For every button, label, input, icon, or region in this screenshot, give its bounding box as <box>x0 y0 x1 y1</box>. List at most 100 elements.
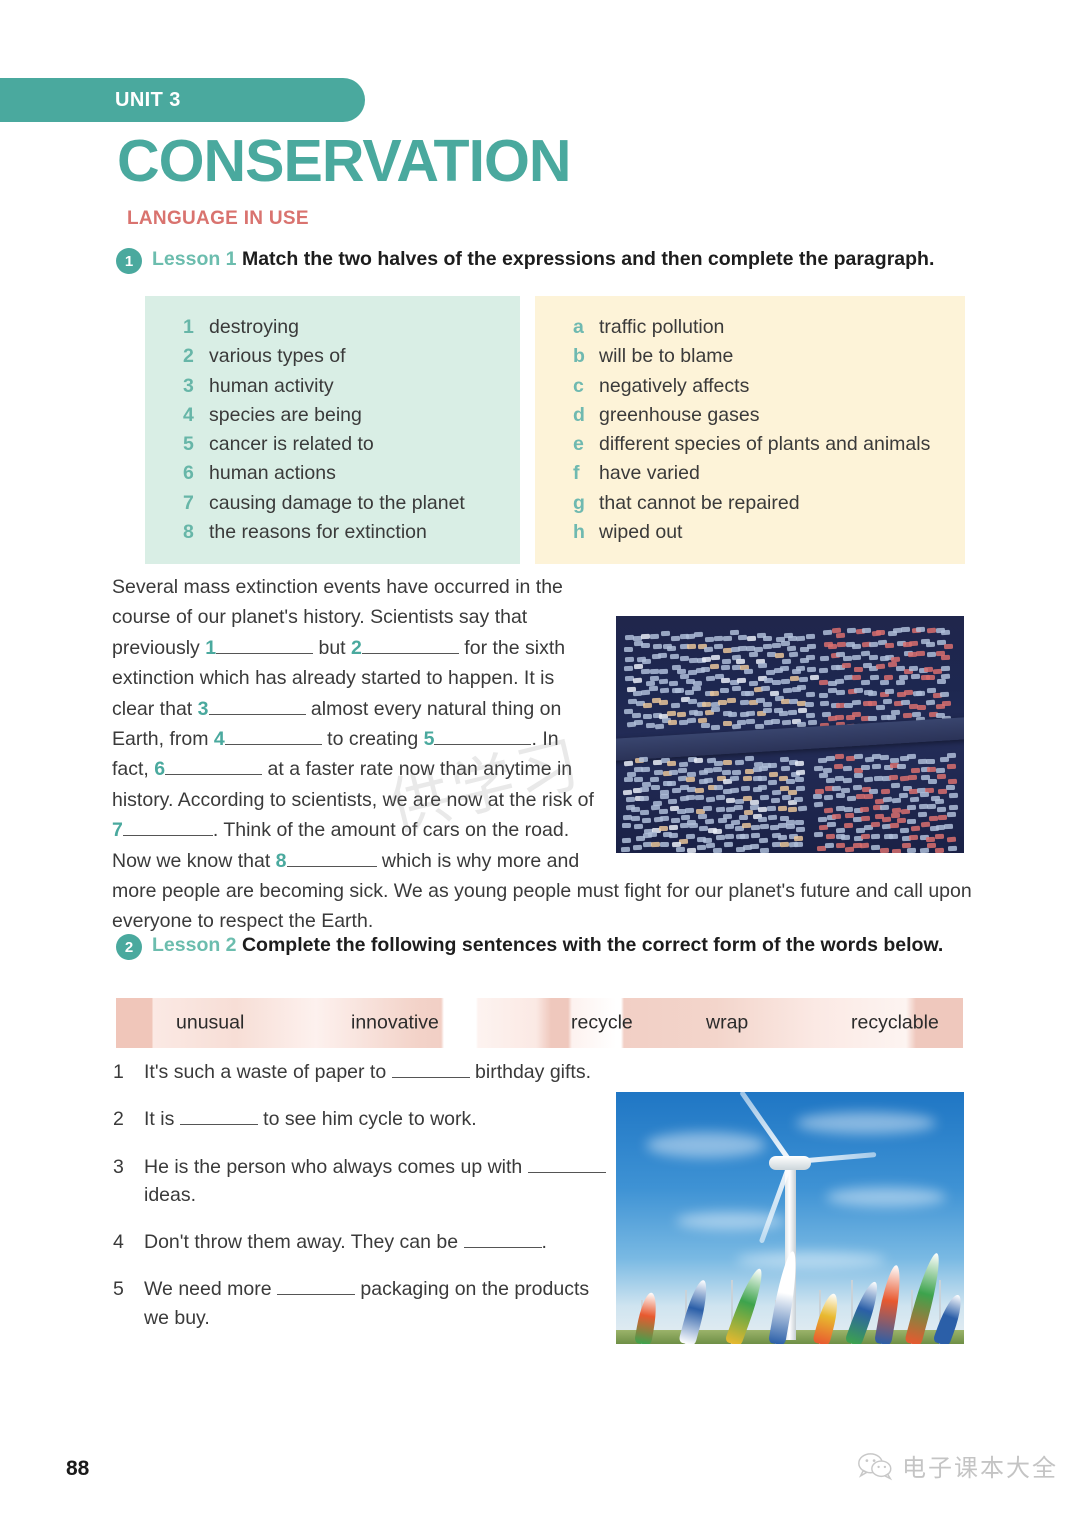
match-item-key: b <box>573 342 599 371</box>
match-item-text: different species of plants and animals <box>599 430 930 459</box>
match-item[interactable]: 6 human actions <box>145 459 520 488</box>
wind-turbine-photo <box>616 1092 964 1344</box>
sentence-prefix: It's such a waste of paper to <box>144 1061 392 1083</box>
exercise-2-instruction: Complete the following sentences with th… <box>242 934 943 956</box>
match-item-key: 6 <box>183 459 209 488</box>
match-item-key: d <box>573 401 599 430</box>
exercise-1-instruction-wrap: Lesson 1 Match the two halves of the exp… <box>152 246 934 272</box>
blank-input-1[interactable] <box>216 653 313 654</box>
match-item-text: wiped out <box>599 518 682 547</box>
match-item-key: 3 <box>183 372 209 401</box>
wechat-bubble-icon <box>857 1451 893 1481</box>
sentence-suffix: ideas. <box>144 1184 196 1206</box>
exercise-2-sentence-list: 1 It's such a waste of paper to birthday … <box>113 1058 613 1351</box>
match-item-text: destroying <box>209 313 299 342</box>
blank-number-7: 7 <box>112 819 123 841</box>
sentence-prefix: We need more <box>144 1278 277 1300</box>
sentence-blank[interactable] <box>464 1247 542 1248</box>
match-item-key: 4 <box>183 401 209 430</box>
page-number: 88 <box>66 1457 89 1481</box>
watermark-text: 电子课本大全 <box>902 1448 1058 1483</box>
exercise-1-lesson-label: Lesson 1 <box>152 248 237 270</box>
sentence-item: 3 He is the person who always comes up wi… <box>113 1153 613 1210</box>
blank-input-8[interactable] <box>287 866 377 867</box>
match-item[interactable]: a traffic pollution <box>535 313 965 342</box>
match-item[interactable]: f have varied <box>535 459 965 488</box>
unit-banner: UNIT 3 <box>0 78 365 122</box>
blank-number-1: 1 <box>205 637 216 659</box>
match-item-key: 2 <box>183 342 209 371</box>
exercise-2-instruction-wrap: Lesson 2 Complete the following sentence… <box>152 932 943 958</box>
word-bank-item[interactable]: recyclable <box>851 1012 939 1035</box>
match-item-text: that cannot be repaired <box>599 489 800 518</box>
match-item-text: the reasons for extinction <box>209 518 427 547</box>
blank-number-6: 6 <box>154 758 165 780</box>
exercise-1-number: 1 <box>116 248 142 274</box>
sentence-text: We need more packaging on the products w… <box>144 1275 613 1332</box>
word-bank-item[interactable]: wrap <box>706 1012 748 1035</box>
match-item-key: 8 <box>183 518 209 547</box>
sentence-text: He is the person who always comes up wit… <box>144 1153 613 1210</box>
match-item-key: 5 <box>183 430 209 459</box>
match-item[interactable]: 3 human activity <box>145 372 520 401</box>
blank-number-3: 3 <box>198 698 209 720</box>
sentence-prefix: Don't throw them away. They can be <box>144 1231 464 1253</box>
sentence-suffix: to see him cycle to work. <box>258 1108 477 1130</box>
match-item[interactable]: 5 cancer is related to <box>145 430 520 459</box>
blank-number-8: 8 <box>276 850 287 872</box>
sentence-blank[interactable] <box>277 1294 355 1295</box>
match-item-text: cancer is related to <box>209 430 374 459</box>
match-item[interactable]: c negatively affects <box>535 372 965 401</box>
sentence-number: 1 <box>113 1058 127 1086</box>
para-seg-1: but <box>313 637 351 659</box>
match-columns: 1 destroying 2 various types of 3 human activ… <box>145 296 965 564</box>
exercise-1-instruction: Match the two halves of the expressions … <box>242 248 934 270</box>
blank-number-2: 2 <box>351 637 362 659</box>
blank-number-5: 5 <box>424 728 435 750</box>
exercise-2-heading: 2 Lesson 2 Complete the following senten… <box>116 932 946 960</box>
blank-number-4: 4 <box>214 728 225 750</box>
match-left-box: 1 destroying 2 various types of 3 human activ… <box>145 296 520 564</box>
match-item[interactable]: 8 the reasons for extinction <box>145 518 520 547</box>
match-item-key: h <box>573 518 599 547</box>
blank-input-3[interactable] <box>209 714 306 715</box>
match-item-text: traffic pollution <box>599 313 724 342</box>
match-item[interactable]: g that cannot be repaired <box>535 489 965 518</box>
sentence-blank[interactable] <box>180 1124 258 1125</box>
match-item-text: negatively affects <box>599 372 749 401</box>
sentence-item: 5 We need more packaging on the products … <box>113 1275 613 1332</box>
sentence-blank[interactable] <box>392 1077 470 1078</box>
blank-input-7[interactable] <box>123 835 213 836</box>
match-item[interactable]: 4 species are being <box>145 401 520 430</box>
word-bank-item[interactable]: unusual <box>176 1012 244 1035</box>
blank-input-6[interactable] <box>165 774 262 775</box>
sentence-suffix: . <box>542 1231 547 1253</box>
match-item-text: human actions <box>209 459 336 488</box>
match-item[interactable]: 1 destroying <box>145 313 520 342</box>
match-item-key: 7 <box>183 489 209 518</box>
word-bank-item[interactable]: innovative <box>351 1012 439 1035</box>
blank-input-2[interactable] <box>362 653 459 654</box>
match-item[interactable]: d greenhouse gases <box>535 401 965 430</box>
match-item[interactable]: e different species of plants and animals <box>535 430 965 459</box>
match-item[interactable]: b will be to blame <box>535 342 965 371</box>
match-right-box: a traffic pollution b will be to blame c nega… <box>535 296 965 564</box>
match-item-text: species are being <box>209 401 362 430</box>
blank-input-4[interactable] <box>225 744 322 745</box>
footer-watermark: 电子课本大全 <box>857 1448 1058 1483</box>
sentence-suffix: birthday gifts. <box>470 1061 591 1083</box>
match-item[interactable]: h wiped out <box>535 518 965 547</box>
word-bank-item[interactable]: recycle <box>571 1012 633 1035</box>
sentence-item: 2 It is to see him cycle to work. <box>113 1105 613 1133</box>
match-item-text: have varied <box>599 459 700 488</box>
blank-input-5[interactable] <box>434 744 531 745</box>
sentence-item: 4 Don't throw them away. They can be . <box>113 1228 613 1256</box>
sentence-prefix: It is <box>144 1108 180 1130</box>
match-item[interactable]: 7 causing damage to the planet <box>145 489 520 518</box>
sentence-number: 3 <box>113 1153 127 1210</box>
match-item-key: e <box>573 430 599 459</box>
match-item[interactable]: 2 various types of <box>145 342 520 371</box>
sentence-blank[interactable] <box>528 1172 606 1173</box>
page-title: CONSERVATION <box>117 132 571 191</box>
para-seg-4: to creating <box>322 728 424 750</box>
